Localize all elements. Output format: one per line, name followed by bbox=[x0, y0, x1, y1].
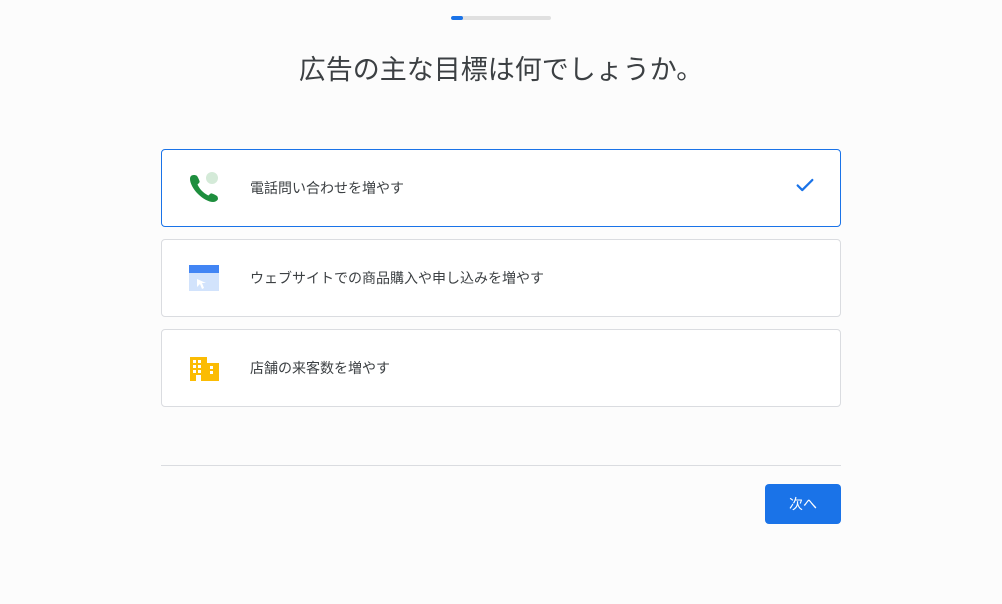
divider bbox=[161, 465, 841, 466]
checkmark-icon bbox=[794, 175, 816, 202]
progress-bar-fill bbox=[451, 16, 463, 20]
website-icon bbox=[186, 260, 222, 296]
progress-bar bbox=[451, 16, 551, 20]
option-label: 店舗の来客数を増やす bbox=[250, 358, 390, 378]
next-button[interactable]: 次へ bbox=[765, 484, 841, 524]
option-label: 電話問い合わせを増やす bbox=[250, 178, 404, 198]
option-phone-calls[interactable]: 電話問い合わせを増やす bbox=[161, 149, 841, 227]
option-store-visits[interactable]: 店舗の来客数を増やす bbox=[161, 329, 841, 407]
footer-actions: 次へ bbox=[161, 484, 841, 524]
option-website-purchases[interactable]: ウェブサイトでの商品購入や申し込みを増やす bbox=[161, 239, 841, 317]
options-container: 電話問い合わせを増やす ウェブサイトでの商品購入や申し込みを増やす bbox=[161, 149, 841, 407]
page-title: 広告の主な目標は何でしょうか。 bbox=[0, 48, 1002, 87]
option-label: ウェブサイトでの商品購入や申し込みを増やす bbox=[250, 268, 544, 288]
phone-icon bbox=[186, 170, 222, 206]
store-icon bbox=[186, 350, 222, 386]
